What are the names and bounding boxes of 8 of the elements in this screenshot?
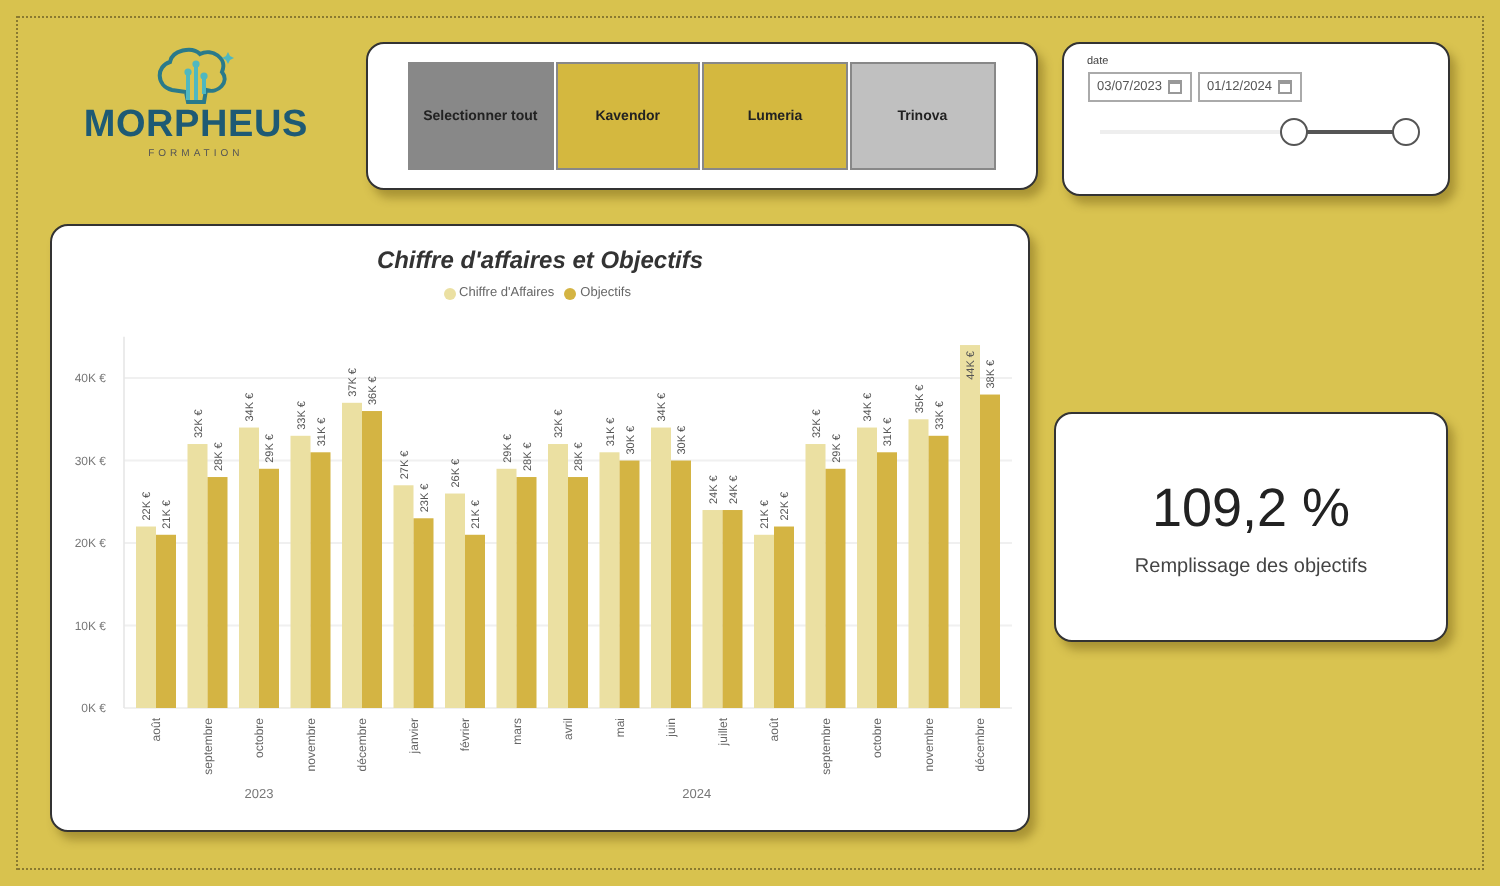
kpi-value: 109,2 % — [1151, 477, 1351, 539]
slider-handle[interactable] — [1392, 118, 1420, 146]
calendar-icon — [1167, 80, 1181, 94]
chart-title: Chiffre d'affaires et Objectifs — [376, 246, 704, 274]
calendar-icon — [1277, 80, 1291, 94]
kpi-label: Remplissage des objectifs — [1134, 555, 1368, 577]
slider-handle[interactable] — [1280, 118, 1309, 146]
logo-text: MORPHEUS — [83, 106, 309, 144]
